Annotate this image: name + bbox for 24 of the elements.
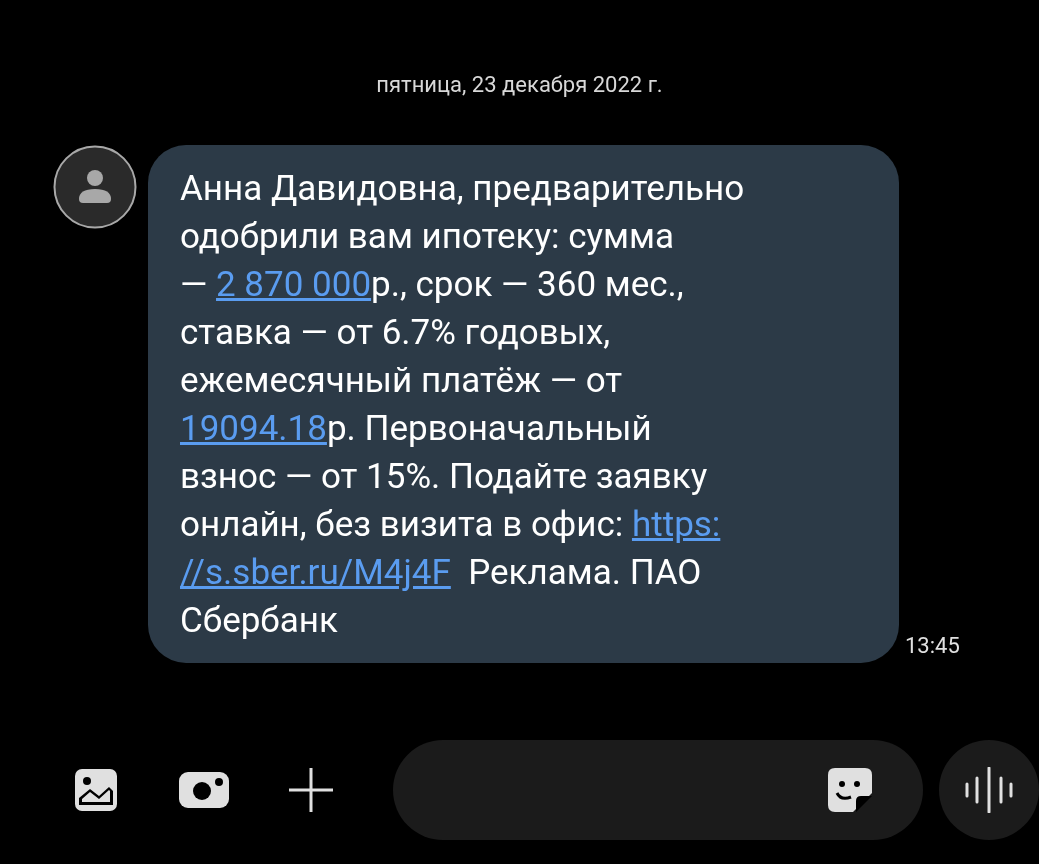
message-line: — 2 870 000р., срок — 360 мес., [180, 263, 685, 307]
camera-icon [178, 770, 231, 810]
message-time: 13:45 [905, 632, 960, 660]
message-line: //s.sber.ru/M4j4F Реклама. ПАО [180, 551, 703, 595]
link[interactable]: //s.sber.ru/M4j4F [180, 552, 451, 593]
message-line: Анна Давидовна, предварительно [180, 167, 746, 211]
sticker-icon [827, 767, 873, 813]
message-line: 19094.18р. Первоначальный [180, 407, 653, 451]
link[interactable]: 2 870 000 [216, 264, 372, 305]
gallery-button[interactable] [72, 766, 120, 814]
message-line: Сбербанк [180, 599, 339, 643]
message-line: взнос — от 15%. Подайте заявку [180, 455, 709, 499]
link[interactable]: 19094.18 [180, 408, 327, 449]
waveform-icon [964, 767, 1014, 813]
link[interactable]: https: [631, 504, 721, 545]
image-icon [72, 767, 119, 813]
date-header: пятница, 23 декабря 2022 г. [376, 71, 663, 99]
message-line: онлайн, без визита в офис: https: [180, 503, 722, 547]
add-button[interactable] [287, 766, 335, 814]
message-line: ставка — от 6.7% годовых, [180, 311, 612, 355]
plus-icon [288, 767, 334, 813]
avatar-icon [53, 145, 137, 229]
message-line: ежемесячный платёж — от [180, 359, 624, 403]
message-line: одобрили вам ипотеку: сумма [180, 215, 676, 259]
